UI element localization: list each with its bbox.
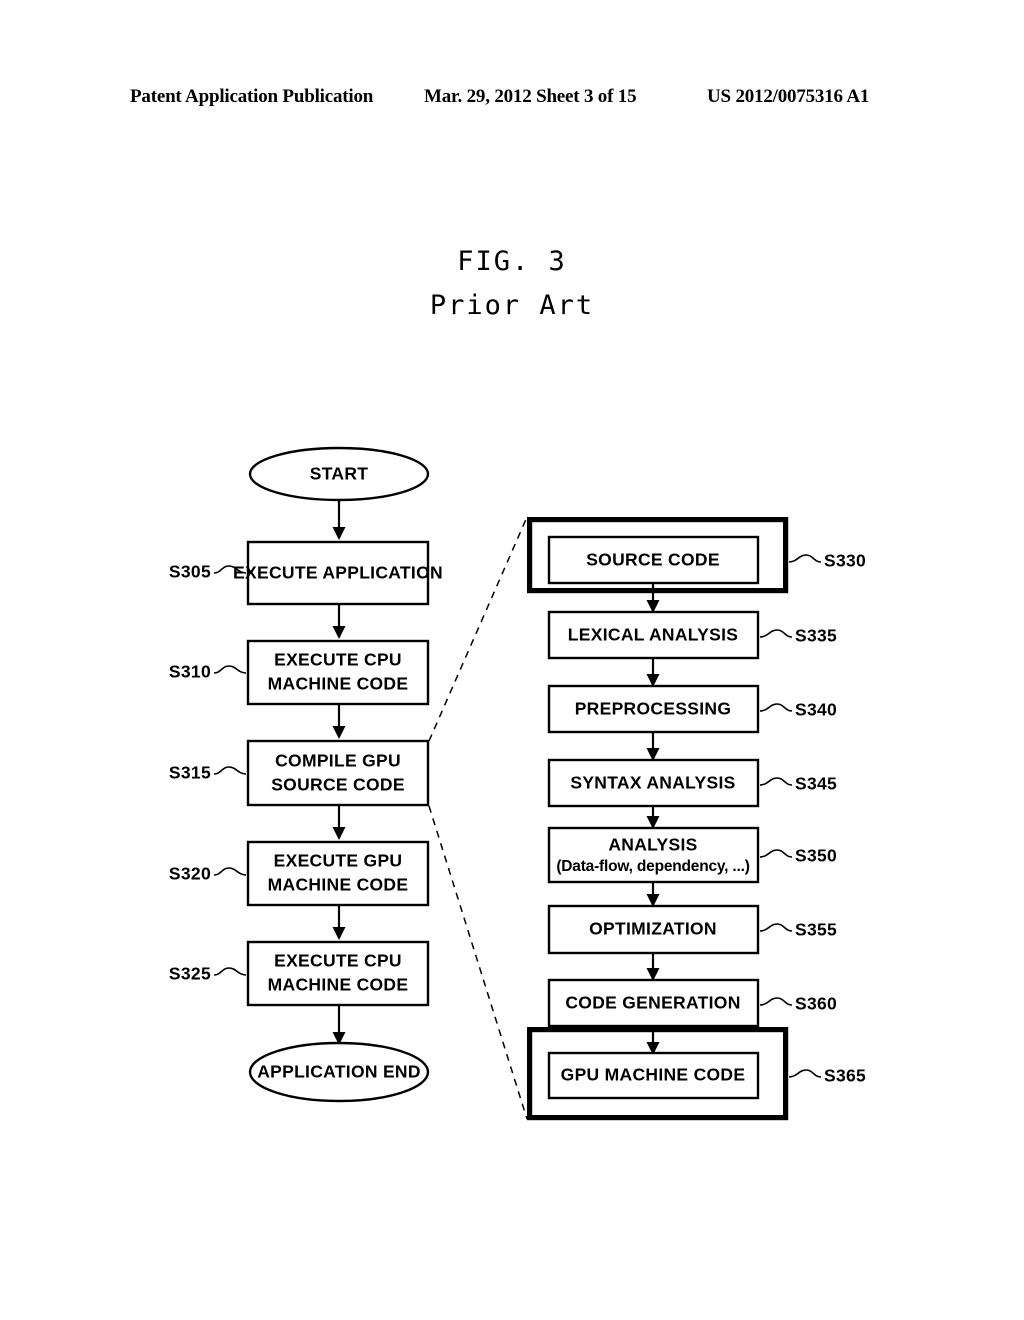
left-flow-step-ref: S305: [169, 562, 211, 582]
right-flow-step-label: OPTIMIZATION: [589, 919, 717, 939]
right-flow-step-label: LEXICAL ANALYSIS: [568, 625, 738, 645]
left-flow-step-label-line2: MACHINE CODE: [268, 674, 409, 694]
left-flow-step-s315: COMPILE GPU SOURCE CODE S315: [169, 739, 430, 807]
right-flow-step-label: GPU MACHINE CODE: [561, 1065, 746, 1085]
left-flow-end-node: APPLICATION END: [248, 1041, 430, 1103]
left-flow-start-label: START: [310, 464, 369, 484]
left-flow-step-s320: EXECUTE GPU MACHINE CODE S320: [169, 840, 430, 907]
right-flow-step-s360: CODE GENERATION S360: [547, 978, 837, 1028]
right-flow-step-ref: S345: [795, 774, 837, 794]
right-flow-step-s350: ANALYSIS (Data-flow, dependency, ...) S3…: [547, 826, 837, 884]
left-flow-step-label-line2: MACHINE CODE: [268, 975, 409, 995]
right-flow-step-ref: S340: [795, 700, 837, 720]
right-flow-step-ref: S330: [824, 551, 866, 571]
left-flow-start-node: START: [248, 446, 430, 502]
left-flow-step-label: EXECUTE CPU: [274, 951, 402, 971]
right-flow-step-label: SYNTAX ANALYSIS: [570, 773, 735, 793]
flowchart-diagram: START EXECUTE APPLICATION S305 EXECUTE C…: [0, 0, 1024, 1320]
right-flow-step-ref: S350: [795, 846, 837, 866]
left-flow-step-ref: S325: [169, 964, 211, 984]
right-flow-step-label: PREPROCESSING: [575, 699, 732, 719]
right-flow-step-s345: SYNTAX ANALYSIS S345: [547, 758, 837, 808]
left-flow-end-label: APPLICATION END: [257, 1062, 421, 1082]
right-flow-step-s355: OPTIMIZATION S355: [547, 904, 837, 955]
left-flow-step-s325: EXECUTE CPU MACHINE CODE S325: [169, 940, 430, 1007]
left-flow-step-label-line2: SOURCE CODE: [271, 775, 405, 795]
left-flow-step-s310: EXECUTE CPU MACHINE CODE S310: [169, 639, 430, 706]
left-flow-step-label: EXECUTE CPU: [274, 650, 402, 670]
right-flow-step-s335: LEXICAL ANALYSIS S335: [547, 610, 837, 660]
left-flow-step-label: EXECUTE GPU: [274, 851, 403, 871]
left-flow-step-ref: S315: [169, 763, 211, 783]
left-flow-step-ref: S310: [169, 662, 211, 682]
right-flow-step-s330: SOURCE CODE S330: [526, 516, 866, 594]
right-flow-step-ref: S355: [795, 920, 837, 940]
right-flow-step-ref: S335: [795, 626, 837, 646]
left-flow-step-label: COMPILE GPU: [275, 751, 401, 771]
left-flow-step-ref: S320: [169, 864, 211, 884]
left-flow-step-s305: EXECUTE APPLICATION S305: [169, 540, 443, 606]
right-flow-step-label-line2: (Data-flow, dependency, ...): [556, 858, 749, 875]
left-flow-step-label: EXECUTE APPLICATION: [233, 563, 443, 583]
right-flow-step-label: CODE GENERATION: [565, 993, 740, 1013]
right-flow-step-label: SOURCE CODE: [586, 550, 720, 570]
expansion-dashed-connectors: [428, 516, 528, 1120]
right-flow-step-label: ANALYSIS: [608, 835, 697, 855]
right-flow-step-s365: GPU MACHINE CODE S365: [526, 1026, 866, 1121]
right-flow-step-s340: PREPROCESSING S340: [547, 684, 837, 734]
right-flow-step-ref: S365: [824, 1066, 866, 1086]
left-flow-step-label-line2: MACHINE CODE: [268, 875, 409, 895]
right-flow-step-ref: S360: [795, 994, 837, 1014]
